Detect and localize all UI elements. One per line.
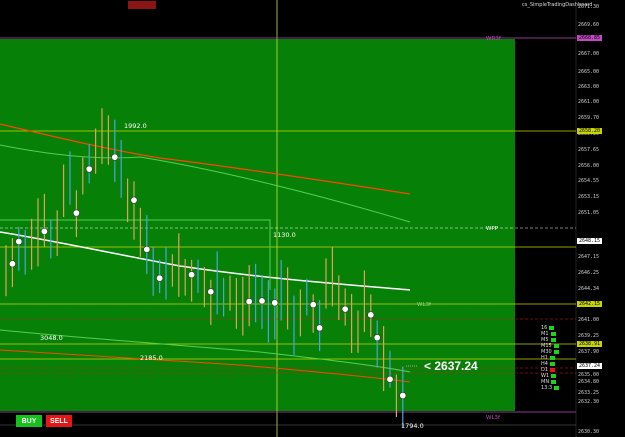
axis-tick-label: 2634.80 [578, 379, 600, 385]
trade-marker [309, 301, 317, 309]
annotation-left: 3048.0 [40, 334, 63, 342]
axis-tick-label: 2669.60 [578, 22, 600, 28]
trade-marker [258, 297, 266, 305]
trade-marker [72, 209, 80, 217]
axis-tick-label: 2661.00 [578, 99, 600, 105]
trade-marker [143, 245, 151, 253]
axis-tick-label: 2641.00 [578, 317, 600, 323]
axis-tick-label: 2671.30 [578, 4, 600, 10]
annotation-mid1: 1130.0 [273, 231, 296, 239]
trade-marker [367, 311, 375, 319]
trade-marker [85, 165, 93, 173]
signal-square-icon [551, 379, 557, 384]
axis-tick-label: 2630.30 [578, 429, 600, 435]
signal-square-icon [550, 331, 556, 336]
trade-marker [130, 196, 138, 204]
axis-tick-label: 2665.00 [578, 69, 600, 75]
axis-tick-label: 2637.90 [578, 349, 600, 355]
signal-square-icon [554, 385, 560, 390]
axis-tick-label: 2635.00 [578, 372, 600, 378]
trade-marker [341, 305, 349, 313]
trade-marker [156, 274, 164, 282]
level-label-wl3: WL3f [486, 415, 501, 421]
signal-square-icon [553, 349, 559, 354]
annotation-high: 1992.0 [124, 122, 147, 130]
signal-square-icon [549, 325, 555, 330]
axis-tick-label: 2653.15 [578, 194, 600, 200]
timeframe-label: 13:3 [541, 385, 553, 391]
timeframe-signal-row: 13:3 [541, 385, 560, 391]
signal-square-icon [549, 361, 555, 366]
axis-tick-label: 2633.25 [578, 390, 600, 396]
level-label-wl-mid: WL3f [417, 302, 432, 308]
buy-button[interactable]: BUY [16, 415, 42, 427]
trade-marker [188, 271, 196, 279]
axis-tick-label: 2647.15 [578, 254, 600, 260]
price-chart[interactable]: 1992.0 1130.0 3048.0 2185.0 1794.0 WR3f … [0, 0, 625, 437]
sell-button[interactable]: SELL [46, 415, 72, 427]
axis-price-marker: 2637.24 [577, 363, 603, 369]
axis-price-marker: 2638.91 [577, 341, 603, 347]
signal-square-icon [553, 343, 559, 348]
trade-marker [373, 334, 381, 342]
signal-square-icon [551, 373, 557, 378]
trade-marker [207, 288, 215, 296]
axis-tick-label: 2646.25 [578, 270, 600, 276]
top-status-tag [128, 1, 156, 9]
trade-marker [245, 298, 253, 306]
trade-marker [8, 260, 16, 268]
axis-tick-label: 2632.30 [578, 399, 600, 405]
trade-marker [316, 324, 324, 332]
axis-tick-label: 2644.34 [578, 286, 600, 292]
trade-marker [111, 153, 119, 161]
trade-marker [399, 392, 407, 400]
axis-price-marker: 2642.15 [577, 301, 603, 307]
axis-tick-label: 2651.05 [578, 210, 600, 216]
axis-price-marker: 2648.15 [577, 238, 603, 244]
level-label-wpp: WPP [486, 226, 499, 232]
trade-marker [40, 227, 48, 235]
trade-marker [271, 299, 279, 307]
axis-tick-label: 2656.00 [578, 163, 600, 169]
axis-tick-label: 2654.55 [578, 178, 600, 184]
signal-square-icon [549, 355, 555, 360]
current-price-label: < 2637.24 [424, 359, 478, 373]
trade-marker [15, 238, 23, 246]
axis-tick-label: 2639.25 [578, 333, 600, 339]
level-label-wr3: WR3f [486, 36, 502, 42]
axis-tick-label: 2667.00 [578, 51, 600, 57]
signal-square-icon [550, 337, 556, 342]
signal-square-icon [550, 367, 556, 372]
axis-price-marker: 2658.20 [577, 128, 603, 134]
axis-tick-label: 2663.00 [578, 84, 600, 90]
annotation-mid2: 2185.0 [140, 354, 163, 362]
axis-tick-label: 2659.70 [578, 115, 600, 121]
annotation-low: 1794.0 [401, 422, 424, 430]
trade-marker [386, 375, 394, 383]
axis-price-marker: 2668.85 [577, 35, 603, 41]
axis-tick-label: 2657.65 [578, 147, 600, 153]
